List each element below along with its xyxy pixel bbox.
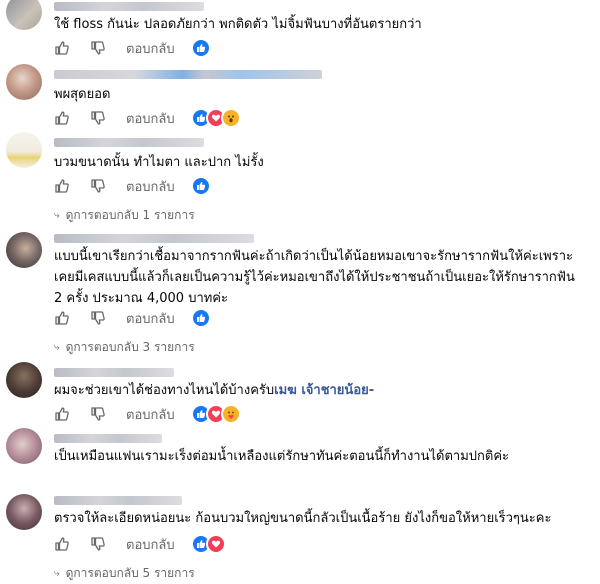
commenter-name[interactable] xyxy=(54,70,322,79)
like-reaction-icon xyxy=(190,176,211,196)
comment-text: เป็นเหมือนแฟนเรามะเร็งต่อมน้ำเหลืองแต่รั… xyxy=(54,449,510,464)
reply-arrow-icon: ⤷ xyxy=(54,568,60,579)
commenter-name[interactable] xyxy=(54,434,162,443)
avatar[interactable] xyxy=(6,362,42,398)
comment-thread: ใช้ floss กันน่ะ ปลอดภัยกว่า พกติดตัว ไม… xyxy=(0,0,600,584)
view-replies-label: ดูการตอบกลับ 5 รายการ xyxy=(65,566,195,580)
comment-body: ผมจะช่วยเขาได้ช่องทางไหนได้บ้างครับ xyxy=(54,383,275,398)
reactions-summary[interactable] xyxy=(190,308,211,328)
avatar[interactable] xyxy=(6,428,42,464)
avatar[interactable] xyxy=(6,0,42,30)
comment-text: บวมขนาดนั้น ทำไมตา และปาก ไม่รั้ง xyxy=(54,155,264,170)
like-reaction-icon xyxy=(190,308,211,328)
thumbs-up-icon[interactable] xyxy=(54,178,70,194)
wow-reaction-icon xyxy=(220,108,241,128)
reactions-summary[interactable] xyxy=(190,534,226,554)
view-replies-link[interactable]: ⤷ ดูการตอบกลับ 3 รายการ xyxy=(54,338,195,357)
thumbs-up-icon[interactable] xyxy=(54,310,70,326)
thumbs-up-icon[interactable] xyxy=(54,536,70,552)
comment-actions: ตอบกลับ xyxy=(54,176,211,196)
commenter-name[interactable] xyxy=(54,496,182,505)
like-reaction-icon xyxy=(190,38,211,58)
comment-text: แบบนี้เขาเรียกว่าเชื้อมาจากรากฟันค่ะถ้าเ… xyxy=(54,249,575,306)
thumbs-down-icon[interactable] xyxy=(90,40,106,56)
love-reaction-icon xyxy=(205,534,226,554)
commenter-name[interactable] xyxy=(54,2,204,11)
comment-text: ผมจะช่วยเขาได้ช่องทางไหนได้บ้างครับเมฆ เ… xyxy=(54,380,586,401)
comment-actions: ตอบกลับ xyxy=(54,108,241,128)
comment-actions: ตอบกลับ xyxy=(54,308,211,328)
care-reaction-icon xyxy=(220,404,241,424)
reactions-summary[interactable] xyxy=(190,108,241,128)
reply-button[interactable]: ตอบกลับ xyxy=(126,534,175,555)
comment-actions: ตอบกลับ xyxy=(54,404,241,424)
reply-button[interactable]: ตอบกลับ xyxy=(126,108,175,129)
thumbs-up-icon[interactable] xyxy=(54,406,70,422)
view-replies-link[interactable]: ⤷ ดูการตอบกลับ 5 รายการ xyxy=(54,564,195,583)
view-replies-label: ดูการตอบกลับ 1 รายการ xyxy=(65,208,195,222)
comment-actions: ตอบกลับ xyxy=(54,38,211,58)
thumbs-down-icon[interactable] xyxy=(90,406,106,422)
reactions-summary[interactable] xyxy=(190,38,211,58)
reply-button[interactable]: ตอบกลับ xyxy=(126,176,175,197)
comment-actions: ตอบกลับ xyxy=(54,534,226,554)
view-replies-label: ดูการตอบกลับ 3 รายการ xyxy=(65,340,195,354)
view-replies-link[interactable]: ⤷ ดูการตอบกลับ 1 รายการ xyxy=(54,206,195,225)
commenter-name[interactable] xyxy=(54,138,204,147)
avatar[interactable] xyxy=(6,132,42,168)
thumbs-down-icon[interactable] xyxy=(90,310,106,326)
comment-text: ตรวจให้ละเอียดหน่อยนะ ก้อนบวมใหญ่ขนาดนี้… xyxy=(54,511,552,526)
reply-arrow-icon: ⤷ xyxy=(54,342,60,353)
thumbs-down-icon[interactable] xyxy=(90,178,106,194)
mention-link[interactable]: เมฆ เจ้าชายน้อย- xyxy=(274,383,374,398)
comment-text: ใช้ floss กันน่ะ ปลอดภัยกว่า พกติดตัว ไม… xyxy=(54,17,422,32)
reply-arrow-icon: ⤷ xyxy=(54,210,60,221)
reactions-summary[interactable] xyxy=(190,176,211,196)
thumbs-down-icon[interactable] xyxy=(90,536,106,552)
avatar[interactable] xyxy=(6,232,42,268)
reactions-summary[interactable] xyxy=(190,404,241,424)
avatar[interactable] xyxy=(6,64,42,100)
avatar[interactable] xyxy=(6,494,42,530)
thumbs-up-icon[interactable] xyxy=(54,110,70,126)
comment-text: พผสุดยอด xyxy=(54,87,111,102)
reply-button[interactable]: ตอบกลับ xyxy=(126,308,175,329)
thumbs-down-icon[interactable] xyxy=(90,110,106,126)
commenter-name[interactable] xyxy=(54,234,254,243)
reply-button[interactable]: ตอบกลับ xyxy=(126,404,175,425)
commenter-name[interactable] xyxy=(54,368,174,377)
thumbs-up-icon[interactable] xyxy=(54,40,70,56)
reply-button[interactable]: ตอบกลับ xyxy=(126,38,175,59)
